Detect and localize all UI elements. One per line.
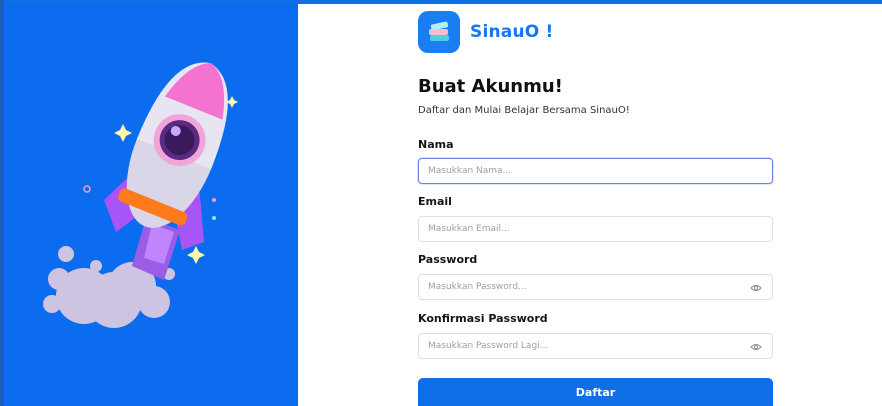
page-title: Buat Akunmu! — [418, 76, 563, 97]
brand-name: SinauO ! — [470, 22, 554, 42]
signup-page: SinauO ! Buat Akunmu! Daftar dan Mulai B… — [0, 0, 882, 406]
confirm-password-input[interactable] — [419, 334, 772, 358]
name-input[interactable] — [419, 159, 772, 183]
password-label: Password — [418, 253, 478, 266]
brand: SinauO ! — [418, 11, 553, 53]
password-input[interactable] — [419, 275, 772, 299]
illustration-panel — [4, 4, 298, 406]
confirm-password-label: Konfirmasi Password — [418, 312, 548, 325]
password-field[interactable] — [418, 274, 773, 300]
books-icon — [418, 11, 460, 53]
rocket-icon — [43, 62, 238, 328]
page-subtitle: Daftar dan Mulai Belajar Bersama SinauO! — [418, 105, 630, 116]
confirm-password-field[interactable] — [418, 333, 773, 359]
name-label: Nama — [418, 138, 454, 151]
eye-icon[interactable] — [750, 283, 762, 293]
eye-icon[interactable] — [750, 342, 762, 352]
name-field[interactable] — [418, 158, 773, 184]
email-input[interactable] — [419, 217, 772, 241]
register-button[interactable]: Daftar — [418, 378, 773, 406]
email-label: Email — [418, 195, 452, 208]
email-field[interactable] — [418, 216, 773, 242]
